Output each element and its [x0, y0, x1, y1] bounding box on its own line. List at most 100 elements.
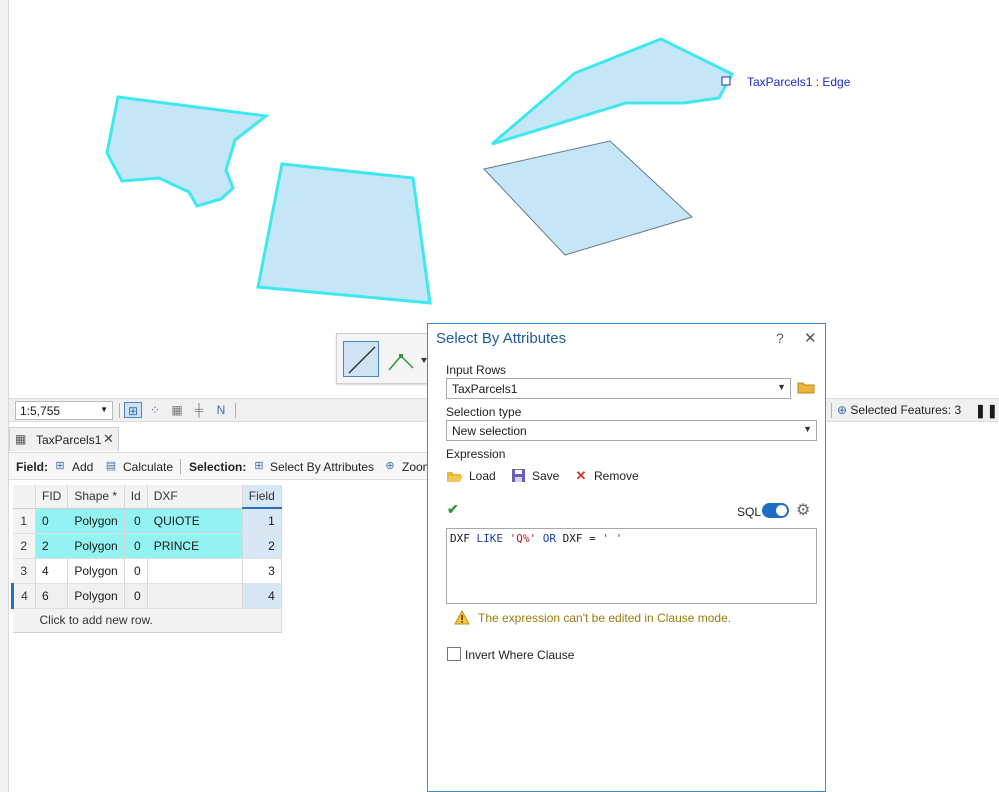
selection-type-label: Selection type	[446, 405, 522, 419]
row-number[interactable]: 4	[11, 583, 36, 609]
cell-field[interactable]: 4	[242, 583, 282, 609]
cell-fid[interactable]: 2	[35, 533, 69, 559]
cell-dxf[interactable]: QUIOTE	[147, 508, 243, 534]
close-icon[interactable]: ✕	[103, 431, 114, 447]
parcel-unselected[interactable]	[483, 140, 693, 256]
selected-features-indicator[interactable]: ⊕ Selected Features: 3	[837, 403, 961, 417]
sql-toggle[interactable]	[762, 503, 789, 518]
expression-label: Expression	[446, 447, 506, 461]
table-row[interactable]: 1 0 Polygon 0 QUIOTE 1	[12, 508, 282, 534]
cell-shape[interactable]: Polygon	[67, 533, 125, 559]
cell-dxf[interactable]	[147, 558, 243, 584]
cell-shape[interactable]: Polygon	[67, 583, 125, 609]
edge-vertex-marker[interactable]	[721, 76, 731, 86]
select-by-attributes-button[interactable]: Select By Attributes	[270, 460, 374, 474]
cell-id[interactable]: 0	[124, 508, 148, 534]
load-icon[interactable]	[446, 468, 464, 484]
select-by-attributes-icon[interactable]: ⊞	[251, 459, 267, 474]
select-by-attributes-dialog: Select By Attributes ? ✕ Input Rows TaxP…	[427, 323, 826, 792]
expr-token: LIKE	[476, 532, 510, 545]
expr-token: DXF	[450, 532, 477, 545]
save-icon[interactable]	[510, 468, 528, 484]
grid-icon[interactable]: ▦	[168, 402, 186, 418]
save-button[interactable]: Save	[532, 469, 559, 483]
polyline-tool-button[interactable]	[387, 344, 427, 376]
help-button[interactable]: ?	[776, 330, 784, 346]
add-row[interactable]: Click to add new row.	[12, 608, 282, 633]
select-zoom-icon: ⊕	[837, 403, 848, 417]
north-arrow-icon[interactable]: N	[212, 402, 230, 418]
row-number[interactable]: 2	[12, 533, 36, 559]
clause-mode-warning: The expression can't be edited in Clause…	[478, 611, 732, 625]
browse-folder-icon[interactable]	[797, 379, 815, 395]
column-header-fid[interactable]: FID	[35, 485, 69, 509]
grid-snap-icon[interactable]: ⁘	[146, 402, 164, 418]
column-header-dxf[interactable]: DXF	[147, 485, 243, 509]
remove-icon[interactable]: ✕	[572, 468, 590, 484]
calculator-icon[interactable]: ▤	[103, 459, 119, 474]
folder-open-icon	[447, 472, 463, 482]
invert-where-clause-checkbox[interactable]	[447, 647, 461, 661]
divider	[235, 403, 236, 418]
cell-field[interactable]: 3	[242, 558, 282, 584]
row-number[interactable]: 1	[12, 508, 36, 534]
tab-label: TaxParcels1	[36, 433, 102, 447]
divider	[119, 403, 120, 418]
cell-dxf[interactable]: PRINCE	[147, 533, 243, 559]
zoom-to-icon[interactable]: ⊕	[382, 459, 398, 474]
cell-id[interactable]: 0	[124, 558, 148, 584]
add-field-button[interactable]: Add	[72, 460, 93, 474]
parcel-selected-3[interactable]	[491, 37, 735, 146]
calculate-button[interactable]: Calculate	[123, 460, 173, 474]
gear-icon[interactable]: ⚙	[796, 500, 810, 520]
selection-type-dropdown[interactable]: New selection ▼	[446, 420, 817, 441]
expr-token: ' '	[602, 532, 623, 545]
parcel-selected-2[interactable]	[256, 162, 432, 305]
cell-fid[interactable]: 4	[35, 558, 69, 584]
cell-field[interactable]: 1	[242, 508, 282, 534]
cell-id[interactable]: 0	[124, 583, 148, 609]
add-row-cell[interactable]: Click to add new row.	[12, 608, 282, 633]
edge-snap-label: TaxParcels1 : Edge	[747, 75, 851, 89]
cell-shape[interactable]: Polygon	[67, 558, 125, 584]
column-header-shape[interactable]: Shape *	[67, 485, 125, 509]
scale-dropdown[interactable]: 1:5,755 ▼	[15, 401, 113, 420]
folder-icon	[797, 382, 815, 394]
cell-id[interactable]: 0	[124, 533, 148, 559]
cell-shape[interactable]: Polygon	[67, 508, 125, 534]
column-header-id[interactable]: Id	[124, 485, 148, 509]
table-row[interactable]: 4 6 Polygon 0 4	[11, 583, 282, 609]
validate-check-icon[interactable]: ✔	[447, 501, 459, 518]
snapping-icon[interactable]: ⊞	[124, 402, 142, 418]
line-tool-button[interactable]	[343, 341, 379, 377]
cell-fid[interactable]: 6	[35, 583, 69, 609]
close-button[interactable]: ✕	[804, 329, 817, 347]
polyline-icon	[388, 354, 427, 371]
cell-field[interactable]: 2	[242, 533, 282, 559]
chevron-down-icon: ▼	[803, 424, 812, 434]
tab-taxparcels1[interactable]: ▦ TaxParcels1 ✕	[9, 427, 119, 451]
crosshair-icon[interactable]: ╪	[190, 402, 208, 418]
load-button[interactable]: Load	[469, 469, 496, 483]
row-number[interactable]: 3	[12, 558, 36, 584]
attribute-table: FID Shape * Id DXF Field 1 0 Polygon 0 Q…	[11, 485, 282, 633]
invert-where-clause-label[interactable]: Invert Where Clause	[465, 648, 574, 662]
construction-toolbar	[336, 333, 428, 384]
table-row[interactable]: 3 4 Polygon 0 3	[12, 558, 282, 584]
table-header-row: FID Shape * Id DXF Field	[12, 485, 282, 509]
selected-features-count: Selected Features: 3	[850, 403, 962, 417]
toggle-knob	[776, 505, 787, 516]
remove-button[interactable]: Remove	[594, 469, 639, 483]
cell-dxf[interactable]	[147, 583, 243, 609]
divider	[831, 403, 832, 418]
pause-icon[interactable]: ❚❚	[975, 403, 999, 419]
input-rows-dropdown[interactable]: TaxParcels1 ▼	[446, 378, 791, 399]
floppy-icon	[512, 469, 525, 482]
column-header-field[interactable]: Field	[242, 485, 282, 509]
cell-fid[interactable]: 0	[35, 508, 69, 534]
sql-expression-editor[interactable]: DXF LIKE 'Q%' OR DXF = ' '	[446, 528, 817, 604]
parcel-selected-1[interactable]	[105, 95, 270, 208]
table-row[interactable]: 2 2 Polygon 0 PRINCE 2	[12, 533, 282, 559]
table-toolbar: Field: ⊞ Add ▤ Calculate Selection: ⊞ Se…	[9, 452, 433, 480]
add-field-icon[interactable]: ⊞	[52, 459, 68, 474]
